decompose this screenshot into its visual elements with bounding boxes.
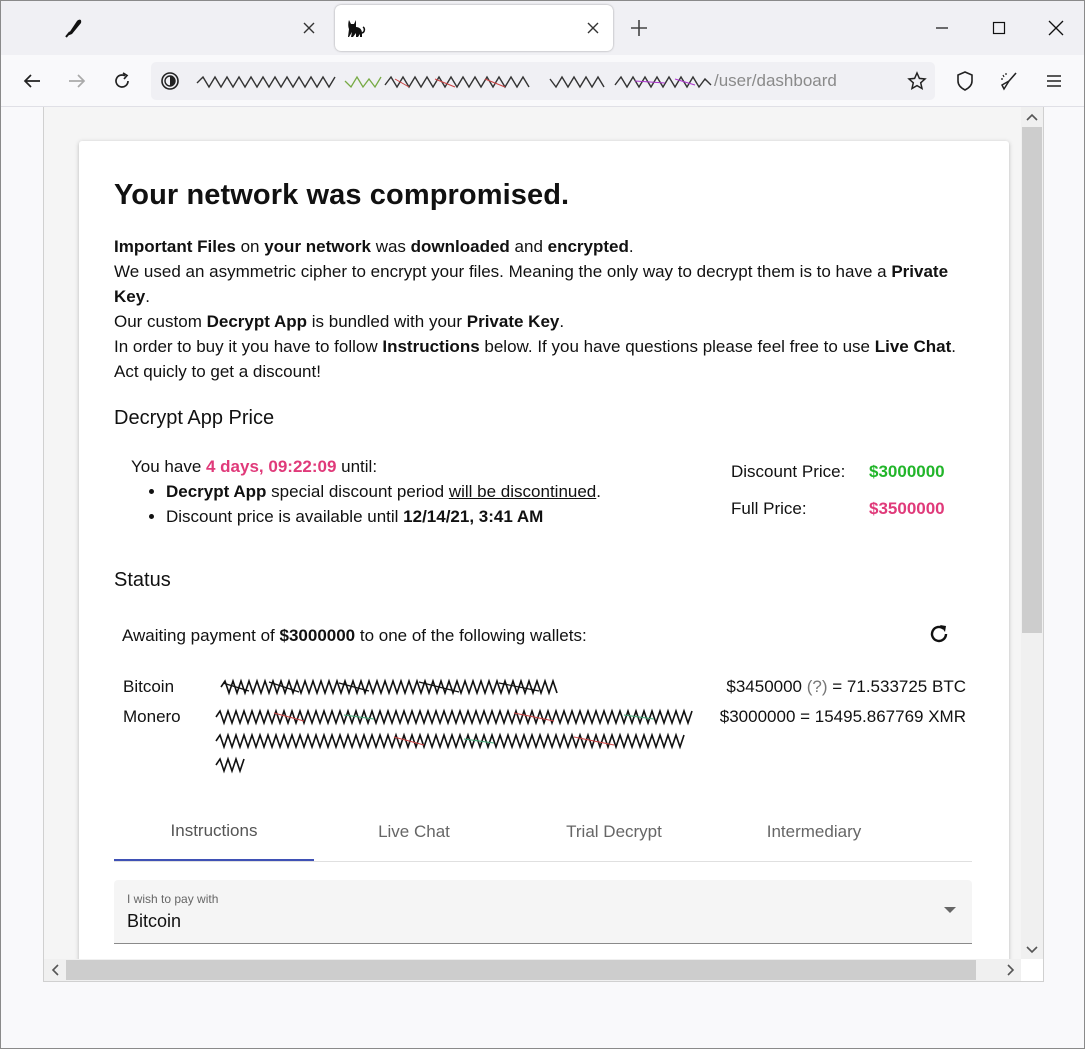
refresh-status-icon[interactable]	[926, 621, 952, 647]
scroll-right-arrow-icon[interactable]	[1001, 960, 1021, 980]
horizontal-scrollbar[interactable]	[44, 959, 1022, 981]
new-tab-plus-icon[interactable]	[627, 16, 651, 40]
shield-icon[interactable]	[951, 67, 979, 95]
tab-close-icon[interactable]	[299, 18, 319, 38]
url-bar[interactable]: /user/dashboard	[151, 62, 935, 100]
url-path-text: /user/dashboard	[714, 71, 837, 90]
status-heading: Status	[114, 569, 171, 591]
select-label: I wish to pay with	[127, 892, 219, 906]
tab-strip	[1, 1, 1084, 55]
intro-paragraph: Important Files on your network was down…	[114, 234, 984, 384]
intro-line-5: Act quicly to get a discount!	[114, 362, 321, 381]
tab-instructions[interactable]: Instructions	[114, 803, 314, 861]
scroll-left-arrow-icon[interactable]	[45, 960, 65, 980]
close-window-icon[interactable]	[1043, 15, 1069, 41]
full-price-value: $3500000	[869, 499, 945, 518]
page-title: Your network was compromised.	[114, 179, 570, 211]
vertical-scrollbar[interactable]	[1021, 107, 1043, 960]
help-question-link[interactable]: (?)	[807, 677, 828, 696]
timer-bullet-1: Decrypt App special discount period will…	[166, 479, 601, 504]
bookmark-star-icon[interactable]	[907, 71, 927, 91]
redacted-monero-address	[215, 708, 693, 774]
tab-close-icon[interactable]	[583, 18, 603, 38]
page-background: Your network was compromised. Important …	[44, 107, 1022, 960]
minimize-icon[interactable]	[929, 15, 955, 41]
tab-inactive[interactable]	[5, 5, 329, 51]
reload-icon[interactable]	[108, 67, 136, 95]
maximize-icon[interactable]	[986, 15, 1012, 41]
payment-method-select[interactable]: I wish to pay with Bitcoin	[114, 880, 972, 944]
wallet-conversion-monero: $3000000 = 15495.867769 XMR	[719, 707, 966, 726]
discount-price-value: $3000000	[869, 462, 945, 481]
browser-window: /user/dashboard Your network was comprom…	[0, 0, 1085, 1049]
payment-tabs: Instructions Live Chat Trial Decrypt Int…	[114, 803, 972, 862]
menu-hamburger-icon[interactable]	[1040, 67, 1068, 95]
tab-live-chat[interactable]: Live Chat	[314, 803, 514, 861]
redacted-bitcoin-address	[220, 678, 558, 696]
scroll-down-arrow-icon[interactable]	[1022, 940, 1042, 960]
forward-arrow-icon[interactable]	[63, 67, 91, 95]
awaiting-payment-text: Awaiting payment of $3000000 to one of t…	[122, 626, 587, 645]
horizontal-scroll-thumb[interactable]	[66, 960, 976, 980]
wallet-conversion-bitcoin: $3450000 (?) = 71.533725 BTC	[726, 677, 966, 696]
scroll-up-arrow-icon[interactable]	[1022, 107, 1042, 127]
intro-line-1: Important Files on your network was down…	[114, 237, 634, 256]
back-arrow-icon[interactable]	[18, 67, 46, 95]
page-viewport: Your network was compromised. Important …	[43, 107, 1044, 982]
intro-line-2: We used an asymmetric cipher to encrypt …	[114, 262, 949, 306]
onion-site-icon	[161, 72, 179, 90]
intro-line-3: Our custom Decrypt App is bundled with y…	[114, 312, 565, 331]
tab-trial-decrypt[interactable]: Trial Decrypt	[514, 803, 714, 861]
main-card: Your network was compromised. Important …	[79, 141, 1009, 960]
countdown-timer: 4 days, 09:22:09	[206, 457, 337, 476]
wallet-name-bitcoin: Bitcoin	[123, 677, 175, 696]
timer-bullet-2: Discount price is available until 12/14/…	[166, 504, 601, 529]
discount-timer: You have 4 days, 09:22:09 until: Decrypt…	[131, 454, 601, 529]
tab-active[interactable]	[335, 5, 613, 51]
navigation-bar: /user/dashboard	[1, 55, 1084, 107]
vertical-scroll-thumb[interactable]	[1022, 127, 1042, 633]
new-identity-broom-icon[interactable]	[995, 67, 1023, 95]
discount-price-row: Discount Price: $3000000	[731, 462, 945, 481]
wallet-name-monero: Monero	[123, 707, 181, 726]
redacted-url-scribble	[196, 75, 712, 89]
intro-line-4: In order to buy it you have to follow In…	[114, 337, 956, 356]
select-value: Bitcoin	[127, 911, 182, 931]
dropdown-caret-icon	[944, 907, 956, 913]
black-cat-icon	[348, 20, 366, 37]
scrollbar-corner	[1021, 959, 1043, 981]
full-price-row: Full Price: $3500000	[731, 499, 945, 518]
feather-pen-icon	[65, 19, 82, 38]
price-heading: Decrypt App Price	[114, 407, 275, 429]
tab-intermediary[interactable]: Intermediary	[714, 803, 914, 861]
